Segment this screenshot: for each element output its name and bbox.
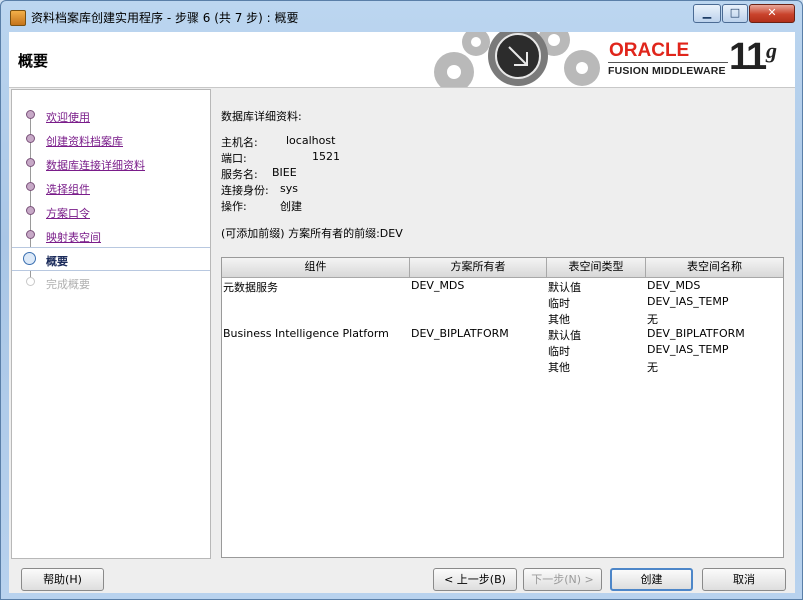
column-header-tablespace-name[interactable]: 表空间名称 xyxy=(646,258,783,277)
step-marker-icon xyxy=(26,206,35,215)
help-button[interactable]: 帮助(H) xyxy=(21,568,104,591)
cell-name: 无 xyxy=(647,313,658,326)
nav-step-map-tablespaces[interactable]: 映射表空间 xyxy=(12,224,210,246)
logo-divider xyxy=(608,62,728,63)
step-marker-icon xyxy=(26,158,35,167)
title-bar[interactable]: 资料档案库创建实用程序 - 步骤 6 (共 7 步) : 概要 ▁ □ ✕ xyxy=(1,1,802,32)
nav-step-label[interactable]: 方案口令 xyxy=(46,205,90,221)
step-navigator: 欢迎使用 创建资料档案库 数据库连接详细资料 选择组件 方案口令 映射表空间 概… xyxy=(11,89,211,559)
cell-name: 无 xyxy=(647,361,658,374)
java-app-icon xyxy=(10,10,26,26)
nav-step-schema-passwords[interactable]: 方案口令 xyxy=(12,200,210,222)
nav-step-label[interactable]: 映射表空间 xyxy=(46,229,101,245)
next-button[interactable]: 下一步(N) > xyxy=(523,568,602,591)
version-number: 11 xyxy=(729,36,767,78)
nav-step-label: 完成概要 xyxy=(46,278,90,291)
cell-type: 临时 xyxy=(548,345,570,358)
cell-component: 元数据服务 xyxy=(223,281,278,294)
step-marker-icon xyxy=(26,182,35,191)
version-letter: g xyxy=(766,38,777,63)
cell-name: DEV_IAS_TEMP xyxy=(647,295,729,308)
step-marker-icon xyxy=(26,110,35,119)
create-button[interactable]: 创建 xyxy=(610,568,693,591)
summary-panel: 数据库详细资料: 主机名: localhost 端口: 1521 服务名: BI… xyxy=(221,89,793,559)
detail-key: 连接身份: xyxy=(221,184,269,197)
detail-value: sys xyxy=(280,182,298,195)
close-button[interactable]: ✕ xyxy=(749,4,795,23)
maximize-button[interactable]: □ xyxy=(722,4,748,23)
nav-step-label[interactable]: 选择组件 xyxy=(46,181,90,197)
step-marker-icon xyxy=(26,230,35,239)
minimize-button[interactable]: ▁ xyxy=(693,4,721,23)
cell-name: DEV_BIPLATFORM xyxy=(647,327,745,340)
column-header-tablespace-type[interactable]: 表空间类型 xyxy=(547,258,646,277)
oracle-logo: ORACLE xyxy=(609,40,690,61)
table-header: 组件 方案所有者 表空间类型 表空间名称 xyxy=(222,258,783,278)
column-header-component[interactable]: 组件 xyxy=(222,258,410,277)
pending-step-icon xyxy=(26,277,35,286)
detail-key: 主机名: xyxy=(221,136,258,149)
nav-step-summary: 概要 xyxy=(12,247,210,271)
current-step-icon xyxy=(23,252,36,265)
cell-type: 其他 xyxy=(548,361,570,374)
gears-graphic xyxy=(434,32,600,87)
nav-step-db-connection[interactable]: 数据库连接详细资料 xyxy=(12,152,210,174)
detail-value: 1521 xyxy=(312,150,340,163)
nav-step-label[interactable]: 数据库连接详细资料 xyxy=(46,157,145,173)
detail-value: 创建 xyxy=(280,200,302,213)
cell-component: Business Intelligence Platform xyxy=(223,327,389,340)
section-title: 数据库详细资料: xyxy=(221,110,302,123)
detail-value: BIEE xyxy=(272,166,297,179)
cell-owner: DEV_BIPLATFORM xyxy=(411,327,509,340)
schema-table[interactable]: 组件 方案所有者 表空间类型 表空间名称 元数据服务 DEV_MDS 默认值 D… xyxy=(221,257,784,558)
back-button[interactable]: < 上一步(B) xyxy=(433,568,517,591)
cell-type: 临时 xyxy=(548,297,570,310)
cell-name: DEV_MDS xyxy=(647,279,701,292)
window-title: 资料档案库创建实用程序 - 步骤 6 (共 7 步) : 概要 xyxy=(31,11,299,25)
nav-step-completion-summary: 完成概要 xyxy=(12,271,210,293)
wizard-header: 概要 ORACLE FUSION MIDDLEWARE 11 g xyxy=(9,32,795,88)
prefix-note: (可添加前缀) 方案所有者的前缀:DEV xyxy=(221,227,403,240)
column-header-schema-owner[interactable]: 方案所有者 xyxy=(410,258,547,277)
nav-step-label[interactable]: 创建资料档案库 xyxy=(46,133,123,149)
nav-step-select-components[interactable]: 选择组件 xyxy=(12,176,210,198)
nav-step-create-repository[interactable]: 创建资料档案库 xyxy=(12,128,210,150)
nav-step-label[interactable]: 欢迎使用 xyxy=(46,109,90,125)
detail-value: localhost xyxy=(286,134,336,147)
fusion-middleware-label: FUSION MIDDLEWARE xyxy=(608,65,726,77)
detail-key: 服务名: xyxy=(221,168,258,181)
detail-key: 操作: xyxy=(221,200,247,213)
step-marker-icon xyxy=(26,134,35,143)
nav-step-welcome[interactable]: 欢迎使用 xyxy=(12,104,210,126)
detail-key: 端口: xyxy=(221,152,247,165)
cell-type: 默认值 xyxy=(548,329,581,342)
button-bar: 帮助(H) < 上一步(B) 下一步(N) > 创建 取消 xyxy=(9,567,795,593)
nav-step-label: 概要 xyxy=(46,255,68,268)
cell-name: DEV_IAS_TEMP xyxy=(647,343,729,356)
cell-owner: DEV_MDS xyxy=(411,279,465,292)
wizard-body: 概要 ORACLE FUSION MIDDLEWARE 11 g 欢迎使用 创建… xyxy=(9,32,795,593)
cancel-button[interactable]: 取消 xyxy=(702,568,786,591)
cell-type: 其他 xyxy=(548,313,570,326)
cell-type: 默认值 xyxy=(548,281,581,294)
installer-window: 资料档案库创建实用程序 - 步骤 6 (共 7 步) : 概要 ▁ □ ✕ 概要 xyxy=(0,0,803,600)
page-title: 概要 xyxy=(18,52,49,70)
